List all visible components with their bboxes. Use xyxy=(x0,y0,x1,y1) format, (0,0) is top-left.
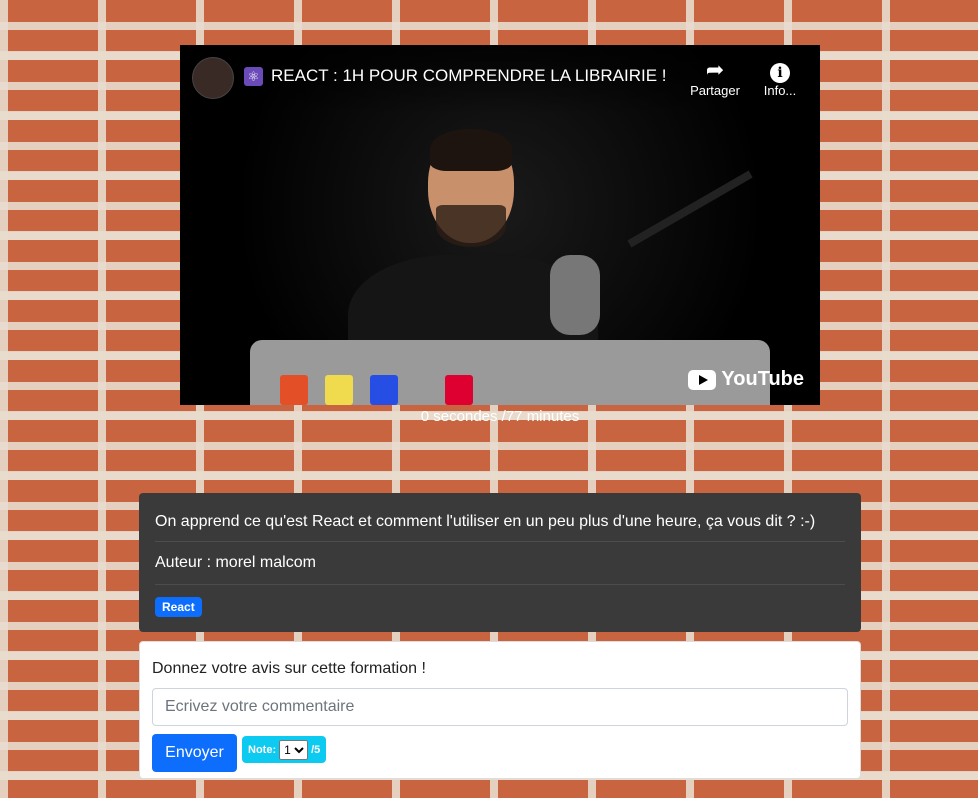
html-sticker xyxy=(280,375,308,405)
share-button[interactable]: ➦ Partager xyxy=(685,57,745,98)
rating-box: Note: 1 /5 xyxy=(242,736,327,763)
css-sticker xyxy=(370,375,398,405)
channel-avatar[interactable] xyxy=(192,57,234,99)
note-max: /5 xyxy=(311,743,321,756)
info-label: Info... xyxy=(763,83,797,98)
feedback-card: Donnez votre avis sur cette formation ! … xyxy=(139,641,861,779)
js-sticker xyxy=(325,375,353,405)
info-icon: i xyxy=(770,63,790,83)
send-button[interactable]: Envoyer xyxy=(152,734,237,772)
note-select[interactable]: 1 xyxy=(279,739,309,760)
video-time-readout: 0 secondes /77 minutes xyxy=(420,408,580,425)
presenter-beard xyxy=(436,205,506,247)
tag-badge: React xyxy=(155,597,202,617)
mic-arm xyxy=(627,170,753,248)
course-author: Auteur : morel malcom xyxy=(155,542,845,585)
comment-input[interactable] xyxy=(152,688,848,726)
angular-sticker xyxy=(445,375,473,405)
video-player[interactable]: ⚛ REACT : 1H POUR COMPRENDRE LA LIBRAIRI… xyxy=(180,45,820,405)
react-icon: ⚛ xyxy=(244,67,263,86)
course-info-card: On apprend ce qu'est React et comment l'… xyxy=(139,493,861,632)
youtube-label: YouTube xyxy=(721,368,804,390)
course-description: On apprend ce qu'est React et comment l'… xyxy=(155,493,845,542)
feedback-prompt: Donnez votre avis sur cette formation ! xyxy=(152,660,426,677)
share-label: Partager xyxy=(690,83,740,98)
youtube-play-icon xyxy=(688,369,717,390)
info-button[interactable]: i Info... xyxy=(750,57,810,98)
microphone xyxy=(550,255,600,335)
note-label: Note: xyxy=(248,743,277,756)
presenter-hair xyxy=(430,129,512,171)
share-icon: ➦ xyxy=(705,57,725,82)
youtube-logo[interactable]: YouTube xyxy=(688,368,804,391)
video-title[interactable]: REACT : 1H POUR COMPRENDRE LA LIBRAIRIE … xyxy=(271,66,667,86)
